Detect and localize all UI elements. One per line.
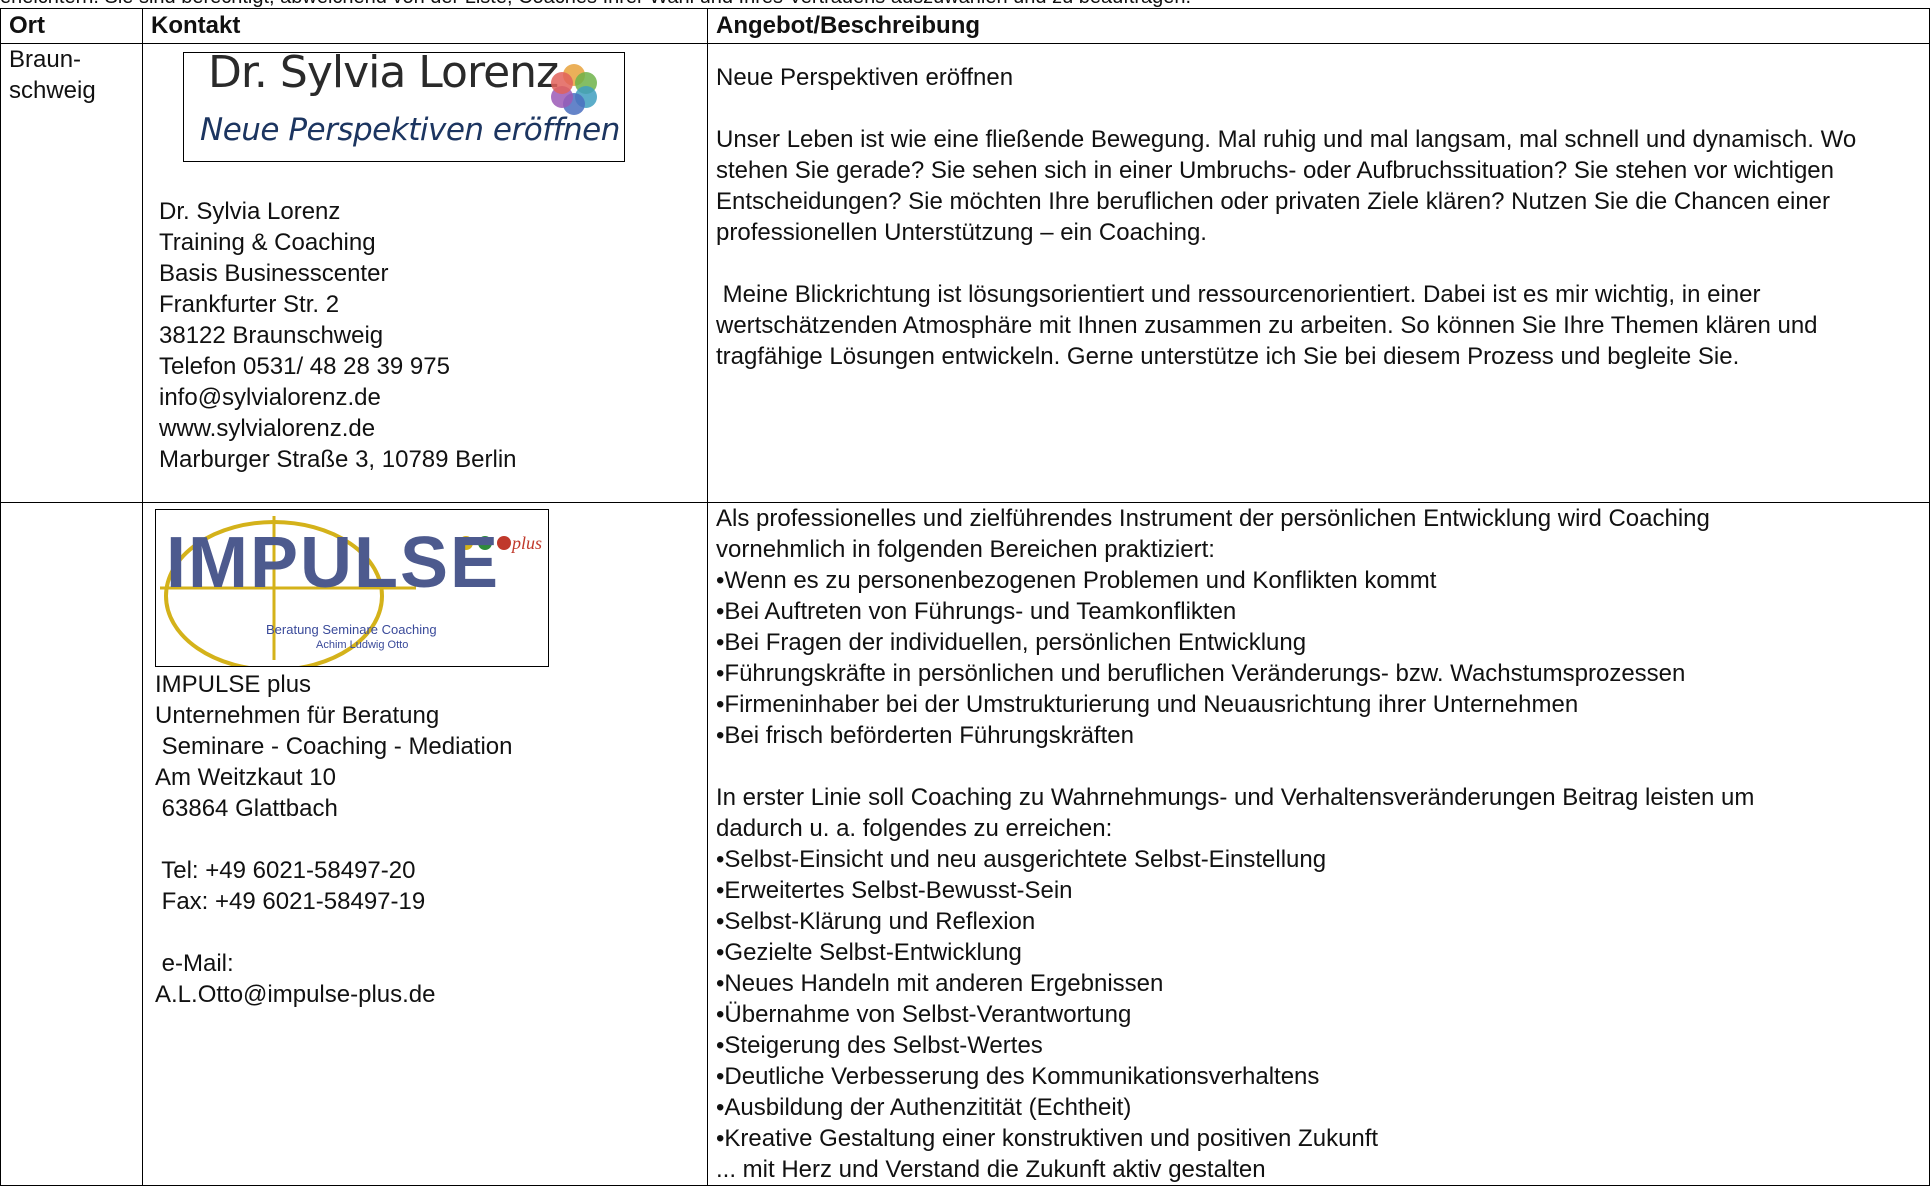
- bullet-item: •Firmeninhaber bei der Umstrukturierung …: [716, 691, 1579, 718]
- bullet-item: •Selbst-Klärung und Reflexion: [716, 908, 1036, 935]
- logo-plus: plus: [512, 533, 543, 553]
- cell-ort: [0, 502, 143, 1186]
- contact-line: Am Weitzkaut 10: [155, 764, 336, 791]
- desc-line: ... mit Herz und Verstand die Zukunft ak…: [716, 1156, 1266, 1183]
- ort-line: Braun-: [9, 46, 82, 73]
- offer-paragraph: Unser Leben ist wie eine fließende Beweg…: [716, 126, 1857, 246]
- bullet-item: •Bei Auftreten von Führungs- und Teamkon…: [716, 598, 1237, 625]
- bullet-item: •Erweitertes Selbst-Bewusst-Sein: [716, 877, 1073, 904]
- contact-email[interactable]: A.L.Otto@impulse-plus.de: [155, 979, 699, 1010]
- logo-name: Dr. Sylvia Lorenz: [208, 47, 559, 98]
- bullet-item: •Gezielte Selbst-Entwicklung: [716, 939, 1022, 966]
- header-angebot: Angebot/Beschreibung: [707, 8, 1930, 44]
- intro-text-cut: erleichtern. Sie sind berechtigt, abweic…: [0, 0, 1930, 8]
- desc-line: In erster Linie soll Coaching zu Wahrneh…: [716, 784, 1755, 811]
- impulse-plus-logo: plus IMPULSE Beratung Seminare Coaching …: [155, 509, 549, 667]
- contact-line: Basis Businesscenter: [159, 260, 389, 287]
- contact-line: Dr. Sylvia Lorenz: [159, 198, 341, 225]
- cell-ort: Braun- schweig: [0, 43, 143, 503]
- bullet-item: •Ausbildung der Authenzitität (Echtheit): [716, 1094, 1132, 1121]
- contact-line: IMPULSE plus: [155, 671, 312, 698]
- bullet-item: •Bei frisch beförderten Führungskräften: [716, 722, 1134, 749]
- contact-website[interactable]: www.sylvialorenz.de: [159, 413, 699, 444]
- logo-tagline: Neue Perspektiven eröffnen: [200, 112, 620, 148]
- cell-angebot: Neue Perspektiven eröffnen Unser Leben i…: [707, 43, 1930, 503]
- bullet-item: •Selbst-Einsicht und neu ausgerichtete S…: [716, 846, 1327, 873]
- contact-line: Marburger Straße 3, 10789 Berlin: [159, 446, 517, 473]
- bullet-item: •Wenn es zu personenbezogenen Problemen …: [716, 567, 1437, 594]
- header-row: Ort Kontakt Angebot/Beschreibung: [0, 8, 1930, 44]
- logo-sub2: Achim Ludwig Otto: [316, 639, 409, 651]
- offer-paragraph: Meine Blickrichtung ist lösungsorientier…: [716, 281, 1825, 370]
- bullet-item: •Kreative Gestaltung einer konstruktiven…: [716, 1125, 1379, 1152]
- contact-line: Seminare - Coaching - Mediation: [155, 733, 513, 760]
- contact-line: Telefon 0531/ 48 28 39 975: [159, 353, 450, 380]
- cell-kontakt: Dr. Sylvia Lorenz Neue Perspektiven eröf…: [142, 43, 708, 503]
- coach-table: Ort Kontakt Angebot/Beschreibung Braun- …: [0, 8, 1930, 1186]
- ort-line: schweig: [9, 77, 96, 104]
- table-row: Braun- schweig Dr. Sylvia Lorenz Neue Pe…: [0, 43, 1930, 503]
- contact-line: [155, 824, 699, 855]
- bullet-item: •Bei Fragen der individuellen, persönlic…: [716, 629, 1307, 656]
- contact-line: 63864 Glattbach: [155, 795, 338, 822]
- contact-line: Unternehmen für Beratung: [155, 702, 440, 729]
- desc-line: Als professionelles und zielführendes In…: [716, 505, 1710, 532]
- contact-fax: Fax: +49 6021-58497-19: [155, 888, 426, 915]
- sylvia-lorenz-logo: Dr. Sylvia Lorenz Neue Perspektiven eröf…: [183, 47, 625, 162]
- contact-line: 38122 Braunschweig: [159, 322, 384, 349]
- contact-line: Frankfurter Str. 2: [159, 291, 340, 318]
- desc-line: vornehmlich in folgenden Bereichen prakt…: [716, 536, 1215, 563]
- bullet-item: •Deutliche Verbesserung des Kommunikatio…: [716, 1063, 1320, 1090]
- contact-line: [155, 917, 699, 948]
- contact-phone: Tel: +49 6021-58497-20: [155, 857, 416, 884]
- bullet-item: •Führungskräfte in persönlichen und beru…: [716, 660, 1686, 687]
- contact-line: e-Mail:: [155, 950, 234, 977]
- header-ort: Ort: [0, 8, 143, 44]
- table-row: plus IMPULSE Beratung Seminare Coaching …: [0, 502, 1930, 1186]
- bullet-item: •Neues Handeln mit anderen Ergebnissen: [716, 970, 1164, 997]
- cell-angebot: Als professionelles und zielführendes In…: [707, 502, 1930, 1186]
- bullet-item: •Übernahme von Selbst-Verantwortung: [716, 1001, 1132, 1028]
- logo-word: IMPULSE: [166, 523, 501, 603]
- header-kontakt: Kontakt: [142, 8, 708, 44]
- desc-line: dadurch u. a. folgendes zu erreichen:: [716, 815, 1113, 842]
- flower-icon: [551, 64, 597, 115]
- contact-line: Training & Coaching: [159, 229, 376, 256]
- offer-title: Neue Perspektiven eröffnen: [716, 64, 1014, 91]
- contact-email[interactable]: info@sylvialorenz.de: [159, 382, 699, 413]
- cell-kontakt: plus IMPULSE Beratung Seminare Coaching …: [142, 502, 708, 1186]
- bullet-item: •Steigerung des Selbst-Wertes: [716, 1032, 1043, 1059]
